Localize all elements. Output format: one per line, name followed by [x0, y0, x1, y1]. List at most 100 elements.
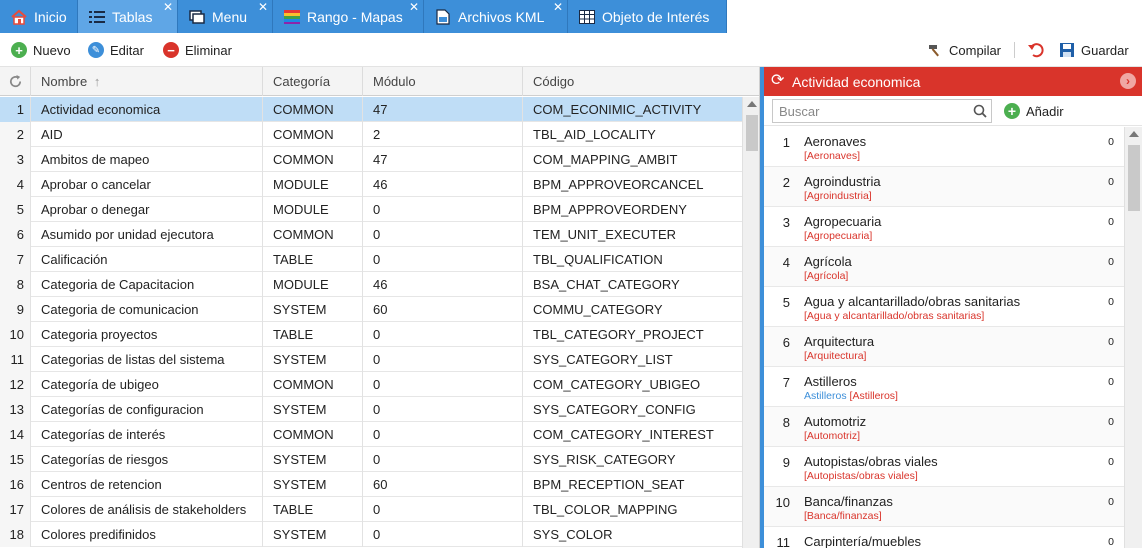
item-name: Banca/finanzas	[804, 494, 893, 509]
item-subtitle-text: [Agrícola]	[804, 270, 849, 282]
delete-button[interactable]: − Eliminar	[163, 41, 232, 59]
item-count: 0	[1108, 336, 1114, 348]
table-row[interactable]: 18 Colores predifinidos SYSTEM 0 SYS_COLOR	[0, 522, 742, 547]
cell-category: MODULE	[263, 197, 363, 222]
grid-icon	[578, 9, 596, 25]
row-number: 8	[0, 272, 31, 297]
refresh-icon[interactable]: ⟳	[771, 73, 784, 89]
close-icon[interactable]: ✕	[553, 1, 563, 13]
item-count: 0	[1108, 376, 1114, 388]
item-number: 1	[782, 135, 790, 150]
close-icon[interactable]: ✕	[409, 1, 419, 13]
toolbar-divider	[1014, 42, 1015, 58]
cell-code: TBL_COLOR_MAPPING	[533, 502, 678, 517]
tab-tablas[interactable]: Tablas ✕	[78, 0, 178, 33]
tab-archivos-kml[interactable]: Archivos KML ✕	[424, 0, 568, 33]
cell-category: SYSTEM	[263, 447, 363, 472]
cell-module: 0	[363, 222, 523, 247]
tab-objeto-de-interes[interactable]: Objeto de Interés	[568, 0, 727, 33]
table-row[interactable]: 4 Aprobar o cancelar MODULE 46 BPM_APPROVEOR…	[0, 172, 742, 197]
row-number: 16	[0, 472, 31, 497]
table-row[interactable]: 5 Aprobar o denegar MODULE 0 BPM_APPROVEORDE…	[0, 197, 742, 222]
cell-category: COMMON	[263, 97, 363, 122]
cell-category: TABLE	[263, 247, 363, 272]
save-button[interactable]: Guardar	[1059, 41, 1129, 59]
table-row[interactable]: 13 Categorías de configuracion SYSTEM 0 SYS_…	[0, 397, 742, 422]
search-icon[interactable]	[973, 104, 987, 118]
table-row[interactable]: 3 Ambitos de mapeo COMMON 47 COM_MAPPING_AMB…	[0, 147, 742, 172]
cell-category: SYSTEM	[263, 397, 363, 422]
item-count: 0	[1108, 176, 1114, 188]
list-item[interactable]: 2 Agroindustria [Agroindustria] 0	[764, 167, 1124, 207]
table-row[interactable]: 10 Categoria proyectos TABLE 0 TBL_CATEGORY_…	[0, 322, 742, 347]
item-count: 0	[1108, 496, 1114, 508]
item-subtitle: [Aeronaves]	[804, 150, 860, 162]
list-item[interactable]: 7 Astilleros Astilleros [Astilleros] 0	[764, 367, 1124, 407]
list-item[interactable]: 5 Agua y alcantarillado/obras sanitarias[…	[764, 287, 1124, 327]
scrollbar-thumb[interactable]	[1128, 145, 1140, 211]
list-item[interactable]: 6 Arquitectura [Arquitectura] 0	[764, 327, 1124, 367]
new-button[interactable]: + Nuevo	[11, 41, 71, 59]
tab-rango-mapas[interactable]: Rango - Mapas ✕	[273, 0, 424, 33]
add-button[interactable]: + Añadir	[1004, 103, 1064, 119]
table-row[interactable]: 15 Categorías de riesgos SYSTEM 0 SYS_RISK_C…	[0, 447, 742, 472]
table-row[interactable]: 8 Categoria de Capacitacion MODULE 46 BSA_CH…	[0, 272, 742, 297]
table-row[interactable]: 6 Asumido por unidad ejecutora COMMON 0 TEM_…	[0, 222, 742, 247]
cell-code: TBL_QUALIFICATION	[533, 252, 663, 267]
item-number: 4	[782, 255, 790, 270]
scroll-up-icon[interactable]	[1129, 131, 1139, 137]
cell-module: 0	[363, 497, 523, 522]
cell-code: TBL_AID_LOCALITY	[533, 127, 656, 142]
scrollbar-thumb[interactable]	[746, 115, 758, 151]
list-item[interactable]: 9 Autopistas/obras viales [Autopistas/obra…	[764, 447, 1124, 487]
refresh-icon[interactable]	[0, 67, 31, 96]
new-label: Nuevo	[33, 42, 71, 58]
column-header-name[interactable]: Nombre ↑	[31, 67, 263, 96]
search-input[interactable]	[773, 100, 969, 122]
item-count: 0	[1108, 136, 1114, 148]
item-name: Carpintería/muebles	[804, 534, 922, 548]
row-number: 12	[0, 372, 31, 397]
list-item[interactable]: 8 Automotriz [Automotriz] 0	[764, 407, 1124, 447]
column-header-module[interactable]: Módulo	[363, 67, 523, 96]
pencil-icon: ✎	[88, 42, 104, 58]
cell-name: Colores de análisis de stakeholders	[31, 497, 263, 522]
table-row[interactable]: 9 Categoria de comunicacion SYSTEM 60 COMMU_…	[0, 297, 742, 322]
close-icon[interactable]: ✕	[258, 1, 268, 13]
column-header-code[interactable]: Código	[523, 67, 759, 96]
tab-menu[interactable]: Menu ✕	[178, 0, 273, 33]
edit-button[interactable]: ✎ Editar	[88, 41, 144, 59]
list-item[interactable]: 3 Agropecuaria [Agropecuaria] 0	[764, 207, 1124, 247]
item-number: 9	[782, 455, 790, 470]
table-row[interactable]: 2 AID COMMON 2 TBL_AID_LOCALITY	[0, 122, 742, 147]
table-row[interactable]: 1 Actividad economica COMMON 47 COM_ECONIMIC…	[0, 97, 742, 122]
table-row[interactable]: 11 Categorias de listas del sistema SYSTEM…	[0, 347, 742, 372]
panel-header: ⟳ Actividad economica ›	[764, 67, 1142, 96]
tab-inicio[interactable]: Inicio	[0, 0, 78, 33]
cell-code: COM_ECONIMIC_ACTIVITY	[533, 102, 702, 117]
item-number: 7	[782, 375, 790, 390]
item-name: Aeronaves	[804, 134, 867, 149]
list-item[interactable]: 1 Aeronaves [Aeronaves] 0	[764, 127, 1124, 167]
grid-scrollbar[interactable]	[742, 97, 759, 548]
table-row[interactable]: 14 Categorías de interés COMMON 0 COM_CATEGO…	[0, 422, 742, 447]
compile-button[interactable]: Compilar	[927, 41, 1001, 59]
home-icon	[10, 9, 28, 25]
undo-button[interactable]	[1027, 41, 1045, 59]
list-item[interactable]: 11 Carpintería/muebles 0	[764, 527, 1124, 548]
table-row[interactable]: 16 Centros de retencion SYSTEM 60 BPM_RECEPT…	[0, 472, 742, 497]
list-scrollbar[interactable]	[1124, 127, 1142, 548]
tab-label: Tablas	[112, 8, 153, 25]
list-item[interactable]: 4 Agrícola [Agrícola] 0	[764, 247, 1124, 287]
list-item[interactable]: 10 Banca/finanzas [Banca/finanzas] 0	[764, 487, 1124, 527]
column-header-category[interactable]: Categoría	[263, 67, 363, 96]
table-row[interactable]: 7 Calificación TABLE 0 TBL_QUALIFICATION	[0, 247, 742, 272]
file-icon	[434, 8, 452, 25]
chevron-right-icon[interactable]: ›	[1120, 73, 1136, 89]
item-count: 0	[1108, 296, 1114, 308]
close-icon[interactable]: ✕	[163, 1, 173, 13]
table-row[interactable]: 17 Colores de análisis de stakeholders TAB…	[0, 497, 742, 522]
table-row[interactable]: 12 Categoría de ubigeo COMMON 0 COM_CATEGORY…	[0, 372, 742, 397]
cell-module: 0	[363, 522, 523, 547]
scroll-up-icon[interactable]	[747, 101, 757, 107]
